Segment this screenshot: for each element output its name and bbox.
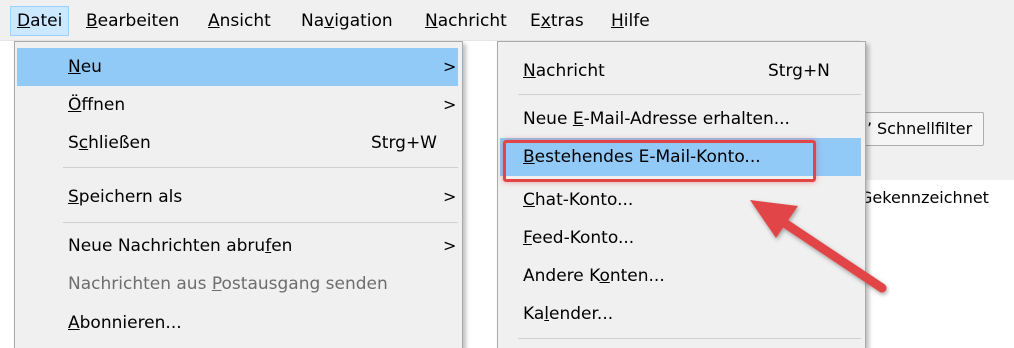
file-menu-item-schliessen-label: Schließen — [68, 124, 151, 162]
chat-rest: hat-Konto... — [534, 190, 634, 210]
neu-rest: eu — [80, 57, 102, 77]
speichern-rest: peichern als — [78, 187, 183, 207]
menu-extras-mnemonic: x — [540, 11, 551, 31]
submenu-arrow-icon: > — [443, 95, 457, 114]
neu-mnemonic: N — [68, 57, 81, 77]
annotation-highlight-box — [503, 140, 816, 182]
annotation-arrow-icon — [750, 200, 887, 293]
menu-hilfe[interactable]: Hilfe — [605, 7, 656, 35]
neue-email-pre: Neue — [523, 109, 573, 129]
menu-navigation[interactable]: Navigation — [295, 7, 399, 35]
menu-navigation-mnemonic: v — [324, 11, 335, 31]
menu-separator — [63, 222, 458, 223]
neue-email-mnemonic: E — [572, 109, 584, 129]
kalender-pre: Ka — [523, 304, 545, 324]
file-menu-item-postausgang-senden: Nachrichten aus Postausgang senden — [17, 265, 458, 303]
menu-separator — [518, 338, 861, 339]
quick-filter-button[interactable]: ’ Schnellfilter — [862, 112, 984, 146]
menu-separator — [518, 94, 861, 95]
postausgang-pre: Nachrichten aus — [68, 274, 212, 294]
submenu-item-andere-label: Andere Konten... — [523, 257, 665, 295]
nachricht-mnemonic: N — [523, 61, 536, 81]
andere-rest: nten... — [609, 266, 665, 286]
menu-ansicht[interactable]: Ansicht — [202, 7, 277, 35]
file-menu-item-neue-nachrichten-abrufen[interactable]: Neue Nachrichten abrufen > — [17, 227, 458, 265]
menu-separator — [63, 167, 458, 168]
abrufen-pre: Neue Nachrichten abru — [68, 236, 266, 256]
file-menu: Neu > Öffnen > Schließen Strg+W Speicher… — [14, 41, 463, 348]
menu-navigation-pre: Na — [301, 11, 325, 31]
kalender-rest: ender... — [549, 304, 614, 324]
schliessen-rest: hließen — [88, 133, 151, 153]
file-menu-item-neu[interactable]: Neu > — [17, 48, 458, 86]
postausgang-rest: ostausgang senden — [221, 274, 388, 294]
schliessen-pre: S — [68, 133, 79, 153]
menu-datei[interactable]: Datei — [10, 6, 70, 36]
oeffnen-rest: ffnen — [81, 95, 126, 115]
submenu-item-kalender-label: Kalender... — [523, 295, 613, 333]
pin-icon: ’ — [867, 119, 873, 138]
menu-bearbeiten[interactable]: Bearbeiten — [80, 7, 185, 35]
file-menu-item-speichern-als-label: Speichern als — [68, 178, 182, 216]
menu-extras-pre: E — [530, 11, 541, 31]
menu-ansicht-mnemonic: A — [208, 11, 220, 31]
menu-nachricht-mnemonic: N — [425, 11, 438, 31]
menu-hilfe-rest: ilfe — [623, 11, 650, 31]
postausgang-mnemonic: P — [211, 274, 222, 294]
submenu-item-neue-email-adresse[interactable]: Neue E-Mail-Adresse erhalten... — [500, 100, 861, 138]
speichern-mnemonic: S — [68, 187, 79, 207]
submenu-item-nachricht[interactable]: Nachricht Strg+N — [500, 52, 861, 90]
chat-mnemonic: C — [523, 190, 535, 210]
menu-ansicht-rest: nsicht — [219, 11, 271, 31]
file-menu-item-oeffnen[interactable]: Öffnen > — [17, 86, 458, 124]
submenu-arrow-icon: > — [443, 57, 457, 76]
neue-email-rest: -Mail-Adresse erhalten... — [583, 109, 790, 129]
file-menu-item-abrufen-label: Neue Nachrichten abrufen — [68, 227, 292, 265]
menu-nachricht[interactable]: Nachricht — [419, 7, 513, 35]
abrufen-rest: en — [271, 236, 293, 256]
oeffnen-mnemonic: Ö — [68, 95, 82, 115]
menu-bar: Datei Bearbeiten Ansicht Navigation Nach… — [0, 0, 1014, 41]
abonnieren-rest: bonnieren... — [79, 313, 182, 333]
submenu-item-feed-label: Feed-Konto... — [523, 219, 634, 257]
nachricht-rest: achricht — [535, 61, 605, 81]
file-menu-item-oeffnen-label: Öffnen — [68, 86, 125, 124]
andere-mnemonic: o — [599, 266, 610, 286]
submenu-item-neue-email-label: Neue E-Mail-Adresse erhalten... — [523, 100, 790, 138]
submenu-arrow-icon: > — [443, 236, 457, 255]
toolbar-strip — [860, 40, 1014, 180]
submenu-item-chat-label: Chat-Konto... — [523, 181, 633, 219]
menu-extras[interactable]: Extras — [524, 7, 590, 35]
andere-pre: Andere K — [523, 266, 600, 286]
submenu-item-nachricht-label: Nachricht — [523, 52, 605, 90]
menu-hilfe-mnemonic: H — [611, 11, 624, 31]
menu-bearbeiten-mnemonic: B — [86, 11, 98, 31]
menu-navigation-rest: igation — [334, 11, 393, 31]
shortcut-strg-n: Strg+N — [768, 61, 830, 81]
file-menu-item-neu-label: Neu — [68, 48, 102, 86]
submenu-arrow-icon: > — [443, 187, 457, 206]
menu-datei-rest: atei — [30, 11, 63, 31]
quick-filter-label: Schnellfilter — [877, 119, 973, 138]
shortcut-strg-w: Strg+W — [371, 133, 437, 153]
schliessen-mnemonic: c — [78, 133, 89, 153]
file-menu-item-schliessen[interactable]: Schließen Strg+W — [17, 124, 458, 162]
file-menu-item-abonnieren-label: Abonnieren... — [68, 304, 182, 342]
menu-bearbeiten-rest: earbeiten — [97, 11, 180, 31]
file-menu-item-speichern-als[interactable]: Speichern als > — [17, 178, 458, 216]
menu-extras-rest: tras — [550, 11, 584, 31]
file-menu-item-abonnieren[interactable]: Abonnieren... — [17, 304, 458, 342]
menu-nachricht-rest: achricht — [437, 11, 507, 31]
submenu-item-kalender[interactable]: Kalender... — [500, 295, 861, 333]
menu-datei-mnemonic: D — [17, 11, 31, 31]
feed-mnemonic: F — [523, 228, 532, 248]
feed-rest: eed-Konto... — [531, 228, 635, 248]
abonnieren-mnemonic: A — [68, 313, 80, 333]
file-menu-item-postausgang-label: Nachrichten aus Postausgang senden — [68, 265, 388, 303]
